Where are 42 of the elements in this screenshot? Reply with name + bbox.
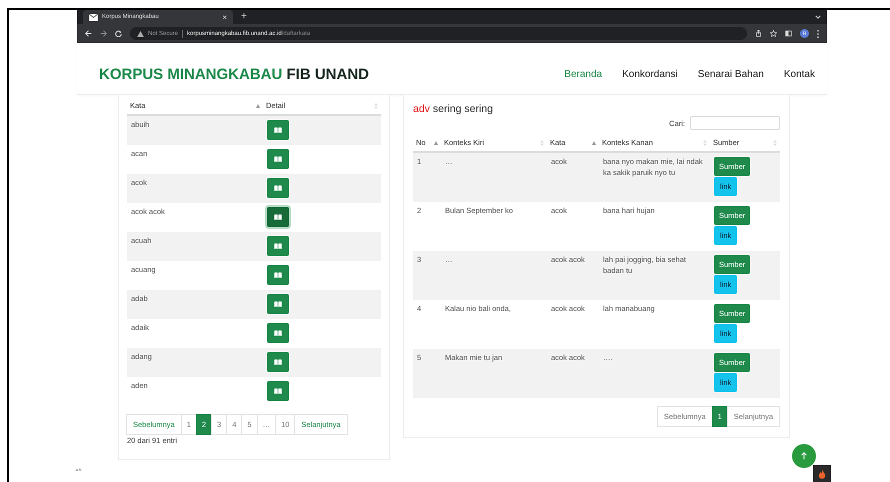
- book-icon: [274, 243, 282, 249]
- book-icon: [274, 272, 282, 278]
- close-icon[interactable]: ×: [222, 12, 227, 22]
- detail-button[interactable]: [267, 178, 289, 198]
- detail-button[interactable]: [267, 323, 289, 343]
- forward-icon[interactable]: [100, 30, 107, 37]
- book-icon: [274, 185, 282, 191]
- scroll-to-top-button[interactable]: [792, 444, 816, 468]
- warning-icon: [137, 30, 144, 36]
- detail-button[interactable]: [267, 149, 289, 169]
- detail-button[interactable]: [267, 236, 289, 256]
- share-icon[interactable]: [755, 30, 762, 37]
- concordance-title: adv sering sering: [413, 103, 494, 115]
- reload-icon[interactable]: [115, 30, 122, 37]
- nav-link[interactable]: Konkordansi: [622, 69, 678, 80]
- book-icon: [274, 359, 282, 365]
- detail-button[interactable]: [267, 294, 289, 314]
- sidebar-icon[interactable]: [785, 30, 792, 37]
- chevron-down-icon[interactable]: [815, 15, 821, 19]
- detail-button[interactable]: [267, 352, 289, 372]
- flame-icon[interactable]: [813, 465, 831, 482]
- detail-button[interactable]: [267, 381, 289, 401]
- detail-button[interactable]: [267, 207, 289, 227]
- nav-link[interactable]: Senarai Bahan: [698, 69, 764, 80]
- site-logo[interactable]: KORPUS MINANGKABAU FIB UNAND: [99, 66, 370, 83]
- arrow-up-icon: [800, 452, 808, 460]
- mail-icon: [89, 14, 98, 20]
- new-tab-button[interactable]: +: [241, 12, 247, 22]
- book-icon: [274, 127, 282, 133]
- book-icon: [274, 214, 282, 220]
- nav-link[interactable]: Kontak: [784, 69, 815, 80]
- detail-button[interactable]: [267, 120, 289, 140]
- detail-button[interactable]: [267, 265, 289, 285]
- book-icon: [274, 330, 282, 336]
- quote-marks: “”: [75, 467, 81, 477]
- nav-link[interactable]: Beranda: [564, 69, 602, 80]
- book-icon: [274, 156, 282, 162]
- search-field[interactable]: [690, 116, 780, 130]
- star-icon[interactable]: [770, 30, 777, 37]
- book-icon: [274, 301, 282, 307]
- back-icon[interactable]: [85, 30, 92, 37]
- book-icon: [274, 388, 282, 394]
